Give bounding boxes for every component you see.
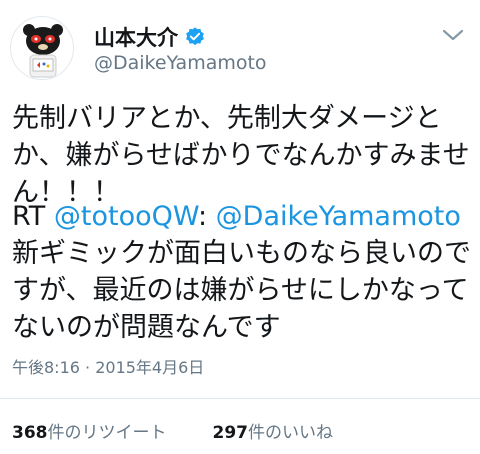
- tweet-timestamp[interactable]: 午後8:16 · 2015年4月6日: [12, 354, 204, 378]
- meta-separator: ·: [79, 358, 96, 377]
- rt-prefix: RT: [12, 201, 54, 232]
- divider: [0, 398, 480, 399]
- retweet-count: 368: [12, 423, 48, 443]
- verified-badge-icon: [184, 26, 206, 48]
- like-count: 297: [212, 423, 249, 443]
- mention-link[interactable]: @DaikeYamamoto: [216, 201, 461, 232]
- user-handle[interactable]: @DaikeYamamoto: [94, 52, 267, 74]
- retweet-quote-text: RT @totooQW: @DaikeYamamoto 新ギミックが面白いものな…: [12, 198, 472, 346]
- tweet-header: 山本大介 @DaikeYamamoto: [10, 16, 470, 82]
- tweet-date: 2015年4月6日: [95, 358, 205, 377]
- display-name-row: 山本大介: [94, 24, 267, 50]
- chevron-down-icon[interactable]: [442, 28, 464, 42]
- bear-mascot-icon: [11, 17, 73, 79]
- like-label: 件のいいね: [248, 423, 333, 443]
- retweet-label: 件のリツイート: [47, 423, 167, 443]
- rt-body: 新ギミックが面白いものなら良いのですが、最近のは嫌がらせにしかなってないのが問題…: [12, 238, 471, 343]
- like-count-link[interactable]: 297 件のいいね: [213, 418, 334, 443]
- user-names: 山本大介 @DaikeYamamoto: [94, 24, 267, 74]
- tweet-time: 午後8:16: [12, 358, 80, 377]
- display-name[interactable]: 山本大介: [94, 22, 178, 52]
- tweet-stats: 368 件のリツイート 297 件のいいね: [12, 418, 379, 443]
- tweet-text: 先制バリアとか、先制大ダメージとか、嫌がらせばかりでなんかすみません！！！: [12, 103, 470, 208]
- retweet-count-link[interactable]: 368 件のリツイート: [12, 418, 167, 443]
- avatar[interactable]: [10, 16, 74, 80]
- mention-link[interactable]: @totooQW: [54, 201, 198, 232]
- rt-colon: :: [197, 201, 216, 232]
